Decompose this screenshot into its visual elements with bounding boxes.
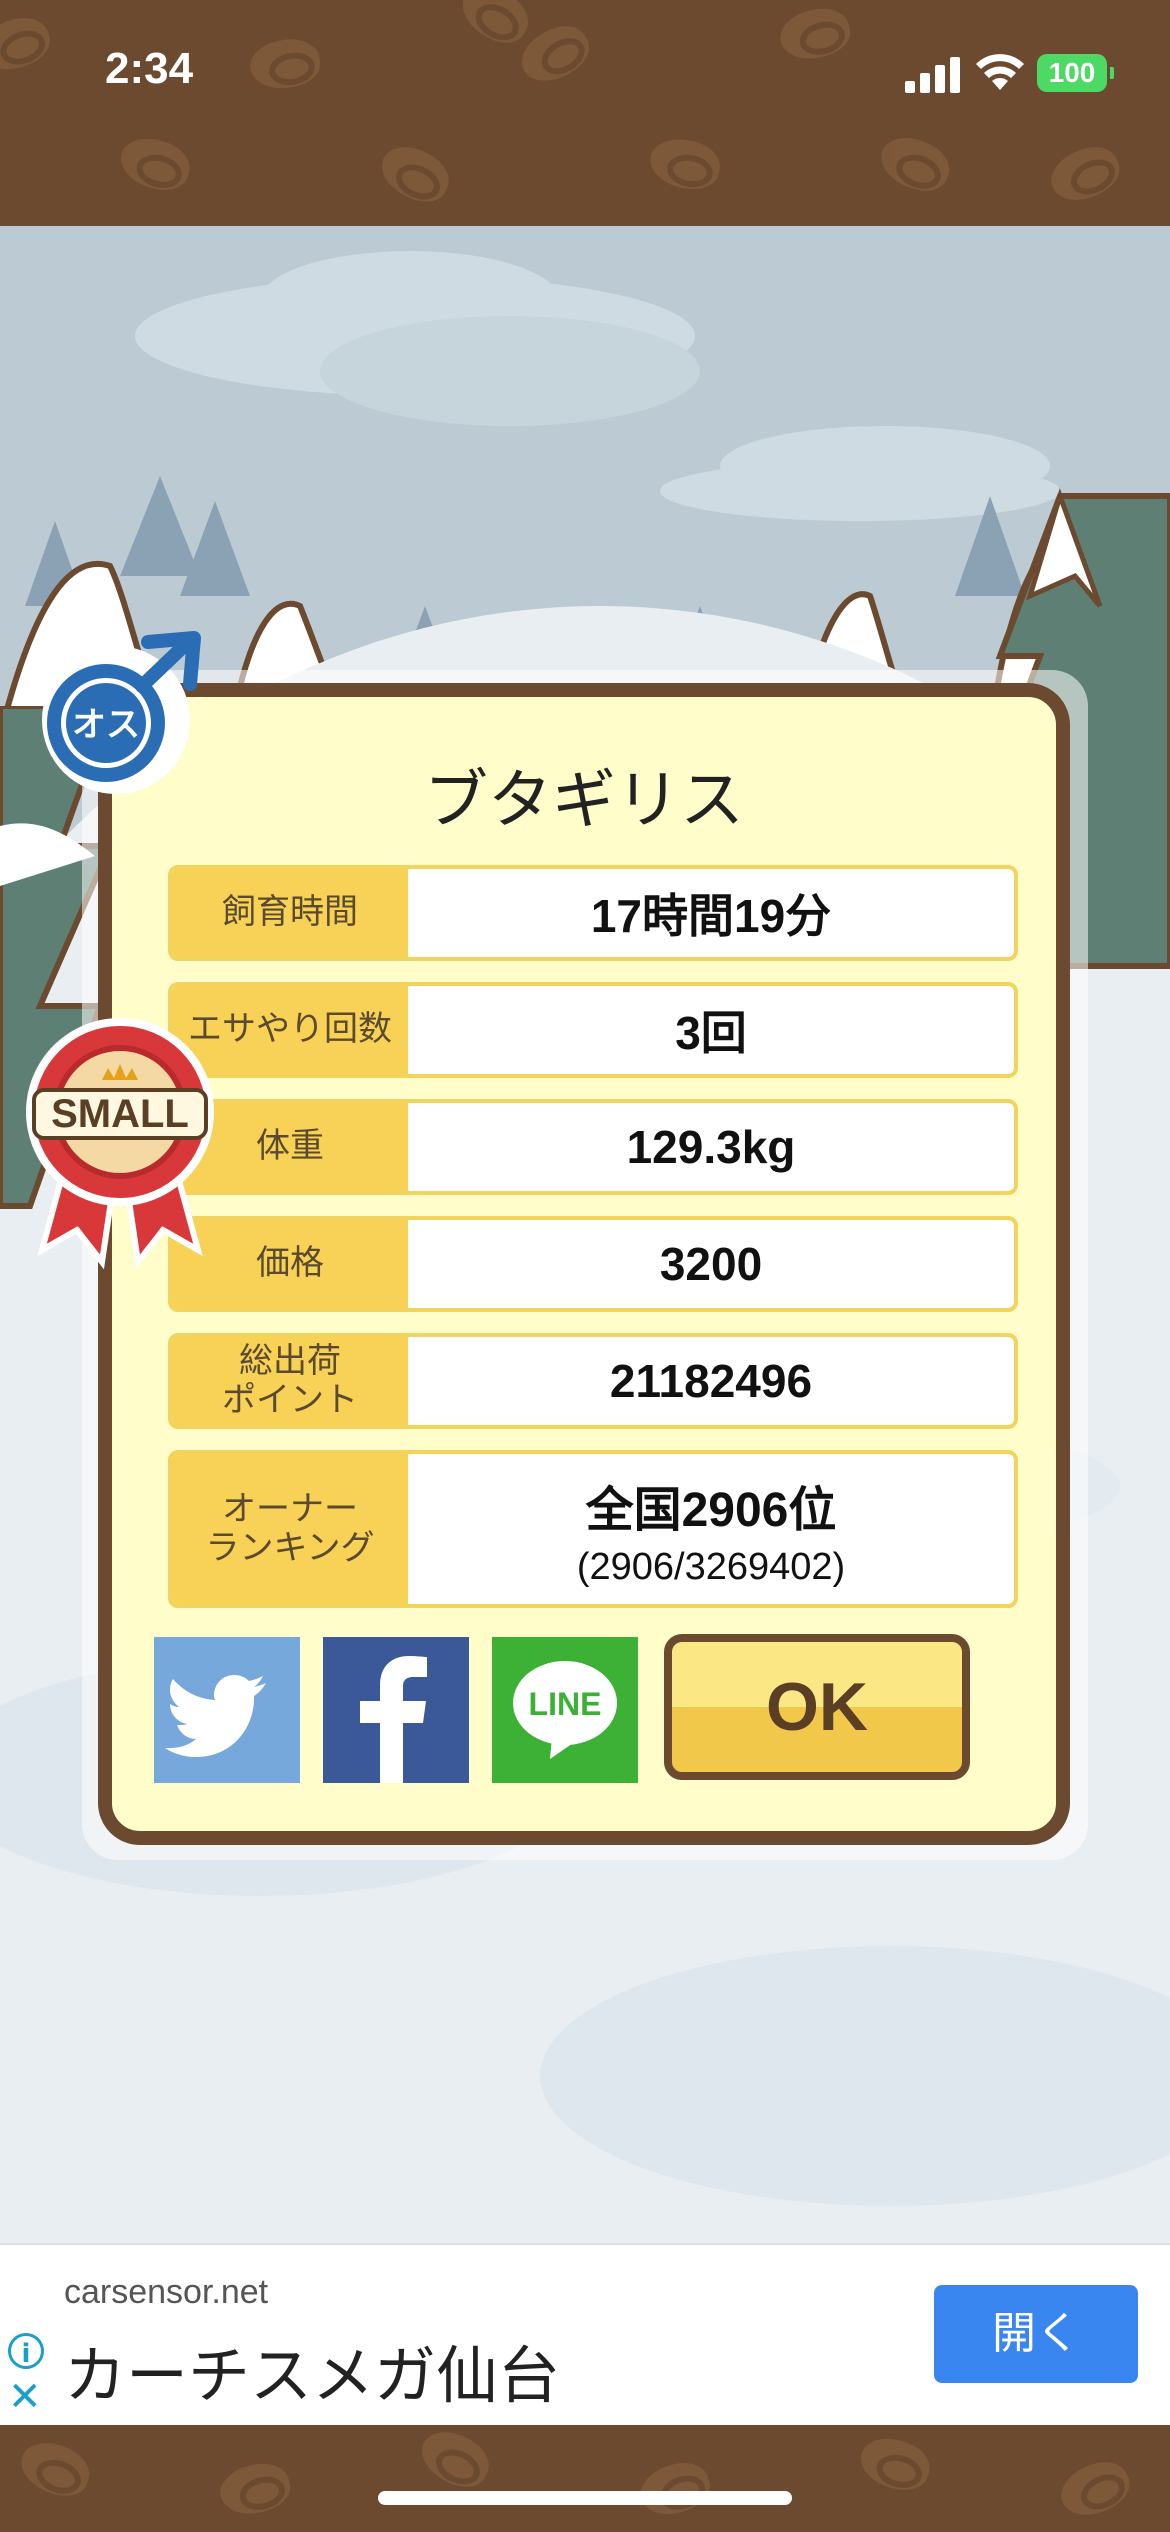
twitter-icon [165, 1675, 266, 1757]
stat-value: 129.3kg [626, 1121, 796, 1173]
top-pattern-bar: 2:34 100 [0, 0, 1170, 226]
stat-label: オーナー ランキング [172, 1454, 408, 1604]
stat-row-feed-count: エサやり回数 3回 [168, 982, 1018, 1078]
stat-label: 総出荷 ポイント [172, 1337, 408, 1425]
home-indicator[interactable] [378, 2491, 792, 2505]
pig-result-dialog: ブタギリス 飼育時間 17時間19分 エサやり回数 3回 体重 129.3kg … [98, 683, 1070, 1845]
ranking-detail: (2906/3269402) [576, 1545, 846, 1588]
wifi-icon [976, 54, 1024, 90]
ad-banner[interactable]: carsensor.net カーチスメガ仙台 開く i ✕ [0, 2243, 1170, 2427]
facebook-icon [360, 1656, 427, 1783]
gender-label: オス [72, 705, 140, 745]
stat-value: 全国2906位 (2906/3269402) [408, 1454, 1014, 1604]
male-gender-badge: オス [42, 631, 201, 794]
line-icon: LINE [513, 1661, 617, 1759]
stat-value: 17時間19分 [590, 890, 832, 942]
stat-row-price: 価格 3200 [168, 1216, 1018, 1312]
ok-button[interactable]: OK [664, 1634, 970, 1780]
small-size-ribbon: SMALL [26, 1018, 214, 1270]
stat-row-raising-time: 飼育時間 17時間19分 [168, 865, 1018, 961]
ad-title[interactable]: カーチスメガ仙台 [64, 2325, 560, 2415]
svg-text:LINE: LINE [529, 1686, 602, 1722]
cellular-signal-icon [905, 55, 961, 93]
stat-row-weight: 体重 129.3kg [168, 1099, 1018, 1195]
ranking-national: 全国2906位 [585, 1483, 837, 1537]
stat-label: 飼育時間 [172, 869, 408, 957]
share-line-button[interactable]: LINE [492, 1637, 638, 1783]
share-facebook-button[interactable] [323, 1637, 469, 1783]
status-time: 2:34 [105, 44, 194, 93]
ad-open-button[interactable]: 開く [934, 2285, 1138, 2383]
stat-row-owner-ranking: オーナー ランキング 全国2906位 (2906/3269402) [168, 1450, 1018, 1608]
size-ribbon-label: SMALL [51, 1092, 189, 1136]
stat-value: 3200 [659, 1238, 763, 1290]
share-twitter-button[interactable] [154, 1637, 300, 1783]
bottom-pattern-bar [0, 2425, 1170, 2532]
pig-name-title: ブタギリス [424, 764, 744, 838]
ad-close-icon[interactable]: ✕ [8, 2377, 42, 2417]
ad-info-icon[interactable]: i [8, 2333, 44, 2369]
stat-value: 21182496 [609, 1355, 813, 1407]
stat-row-shipping-points: 総出荷 ポイント 21182496 [168, 1333, 1018, 1429]
battery-indicator: 100 [1037, 54, 1114, 92]
ad-domain: carsensor.net [64, 2273, 269, 2311]
stat-value: 3回 [675, 1007, 747, 1059]
app-screen: 2:34 100 ブタギリス 飼育時間 17時間19分 エサやり回数 3回 体重… [0, 0, 1170, 2532]
